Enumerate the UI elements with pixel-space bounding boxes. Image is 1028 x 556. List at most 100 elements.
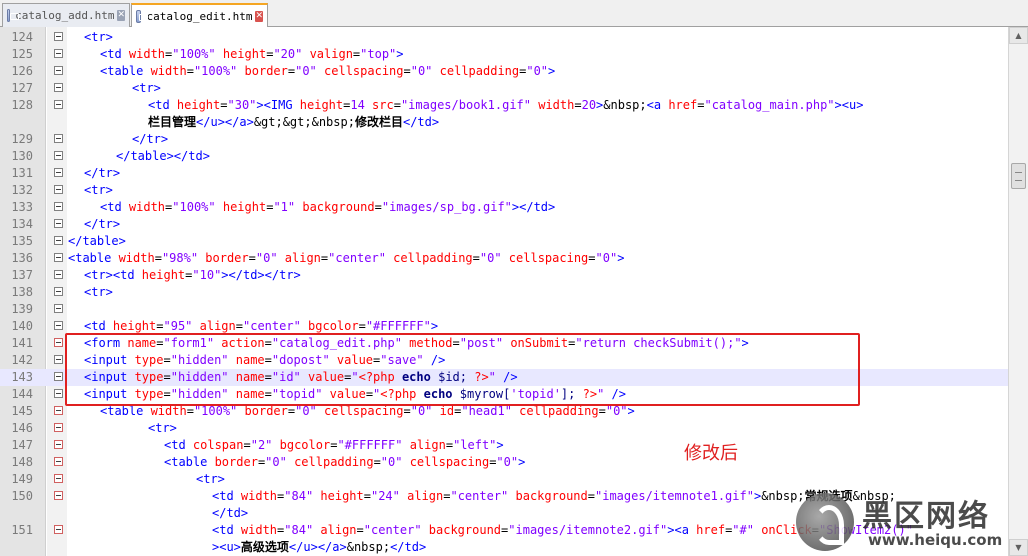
code-token: > [496, 438, 504, 452]
code-line[interactable]: 149 <tr> [0, 471, 1008, 488]
code-line[interactable]: 147 <td colspan="2" bgcolor="#FFFFFF" ali… [0, 437, 1008, 454]
fold-toggle-icon[interactable] [54, 66, 63, 75]
code-token: "catalog_main.php" [704, 98, 835, 112]
fold-toggle-icon[interactable] [54, 270, 63, 279]
code-token: <table [100, 64, 151, 78]
code-token: "left" [453, 438, 497, 452]
fold-toggle-icon[interactable] [54, 355, 63, 364]
watermark-name: 黑区网络 [862, 499, 990, 534]
fold-toggle-icon[interactable] [54, 372, 63, 381]
fold-toggle-icon[interactable] [54, 389, 63, 398]
fold-toggle-icon[interactable] [54, 202, 63, 211]
fold-toggle-icon[interactable] [54, 236, 63, 245]
fold-toggle-icon[interactable] [54, 457, 63, 466]
fold-toggle-icon[interactable] [54, 406, 63, 415]
code-line[interactable]: 136 <table width="98%" border="0" align="… [0, 250, 1008, 267]
fold-toggle-icon[interactable] [54, 49, 63, 58]
code-token: > [430, 319, 439, 333]
code-line[interactable]: 129 </tr> [0, 131, 1008, 148]
fold-toggle-icon[interactable] [54, 83, 63, 92]
code-line[interactable]: 134 </tr> [0, 216, 1008, 233]
code-token: 修改栏目 [354, 115, 403, 129]
line-number: 145 [11, 404, 33, 418]
fold-toggle-icon[interactable] [54, 304, 63, 313]
code-token: = [587, 489, 595, 503]
code-token: = [373, 455, 381, 469]
code-line[interactable]: 126 <table width="100%" border="0" cellsp… [0, 63, 1008, 80]
code-token: > [518, 455, 526, 469]
code-line[interactable]: 146 <tr> [0, 420, 1008, 437]
code-token: = [374, 200, 382, 214]
code-token: cellspacing [316, 404, 404, 418]
tab-catalog-add[interactable]: catalog_add.htm ✕ [2, 3, 130, 27]
code-token: height [141, 268, 186, 282]
line-number: 146 [11, 421, 33, 435]
code-line[interactable]: 148 <table border="0" cellpadding="0" cel… [0, 454, 1008, 471]
code-token: cellspacing [501, 251, 589, 265]
code-line[interactable]: 127 <tr> [0, 80, 1008, 97]
code-line[interactable]: 138 <tr> [0, 284, 1008, 301]
code-token: href [696, 523, 726, 537]
code-token: height [112, 319, 157, 333]
code-text: <td width="100%" height="20" valign="top… [100, 46, 404, 63]
scroll-down-arrow-icon[interactable]: ▼ [1009, 539, 1028, 556]
code-line[interactable]: 133 <td width="100%" height="1" backgroun… [0, 199, 1008, 216]
code-token: id [432, 404, 455, 418]
fold-toggle-icon[interactable] [54, 253, 63, 262]
code-token: bgcolor [272, 438, 331, 452]
line-number: 140 [11, 319, 33, 333]
code-token: "#FFFFFF" [337, 438, 403, 452]
close-icon[interactable]: ✕ [117, 10, 125, 21]
line-number: 138 [11, 285, 33, 299]
scroll-up-arrow-icon[interactable]: ▲ [1009, 27, 1028, 44]
close-icon[interactable]: ✕ [255, 11, 263, 22]
code-token: = [598, 404, 606, 418]
fold-toggle-icon[interactable] [54, 100, 63, 109]
fold-toggle-icon[interactable] [54, 338, 63, 347]
code-line[interactable]: 135 </table> [0, 233, 1008, 250]
code-line[interactable]: 125 <td width="100%" height="20" valign="… [0, 46, 1008, 63]
fold-toggle-icon[interactable] [54, 32, 63, 41]
code-text: </td> [212, 505, 248, 522]
code-line[interactable]: 131 </tr> [0, 165, 1008, 182]
code-token: width [240, 523, 278, 537]
fold-toggle-icon[interactable] [54, 321, 63, 330]
fold-toggle-icon[interactable] [54, 423, 63, 432]
code-token: width [531, 98, 575, 112]
code-token: <tr> [196, 472, 225, 486]
code-token: </td> [402, 115, 440, 129]
fold-toggle-icon[interactable] [54, 440, 63, 449]
code-line[interactable]: 132 <tr> [0, 182, 1008, 199]
code-line[interactable]: 栏目管理</u></a>&gt;&gt;&nbsp;修改栏目</td> [0, 114, 1008, 131]
code-line[interactable]: 139 [0, 301, 1008, 318]
code-token: = [403, 404, 411, 418]
tab-catalog-edit[interactable]: catalog_edit.htm ✕ [131, 3, 268, 28]
code-editor[interactable]: 124 <tr> 125 <td width="100%" height="20" v… [0, 27, 1028, 556]
fold-toggle-icon[interactable] [54, 168, 63, 177]
fold-toggle-icon[interactable] [54, 151, 63, 160]
watermark: 黑区网络 www.heiqu.com [796, 489, 1008, 555]
code-text: <td height="30"><IMG height=14 src="imag… [148, 97, 863, 114]
code-line[interactable]: 128 <td height="30"><IMG height=14 src="i… [0, 97, 1008, 114]
code-token: </tr> [84, 166, 121, 180]
code-token: = [154, 251, 162, 265]
fold-toggle-icon[interactable] [54, 474, 63, 483]
scroll-thumb[interactable] [1011, 163, 1026, 189]
code-token: "1" [273, 200, 296, 214]
fold-toggle-icon[interactable] [54, 219, 63, 228]
fold-toggle-icon[interactable] [54, 287, 63, 296]
code-line[interactable]: 137 <tr><td height="10"></td></tr> [0, 267, 1008, 284]
code-line[interactable]: 124 <tr> [0, 29, 1008, 46]
code-token: <td [212, 489, 241, 503]
code-line[interactable]: 130 </table></td> [0, 148, 1008, 165]
code-token: </table> [68, 234, 126, 248]
code-token: ></td> [511, 200, 556, 214]
code-token: </tr> [84, 217, 121, 231]
fold-toggle-icon[interactable] [54, 525, 63, 534]
vertical-scrollbar[interactable]: ▲ ▼ [1008, 27, 1028, 556]
code-token: align [192, 319, 236, 333]
code-token: 14 [350, 98, 365, 112]
fold-toggle-icon[interactable] [54, 185, 63, 194]
fold-toggle-icon[interactable] [54, 491, 63, 500]
fold-toggle-icon[interactable] [54, 134, 63, 143]
